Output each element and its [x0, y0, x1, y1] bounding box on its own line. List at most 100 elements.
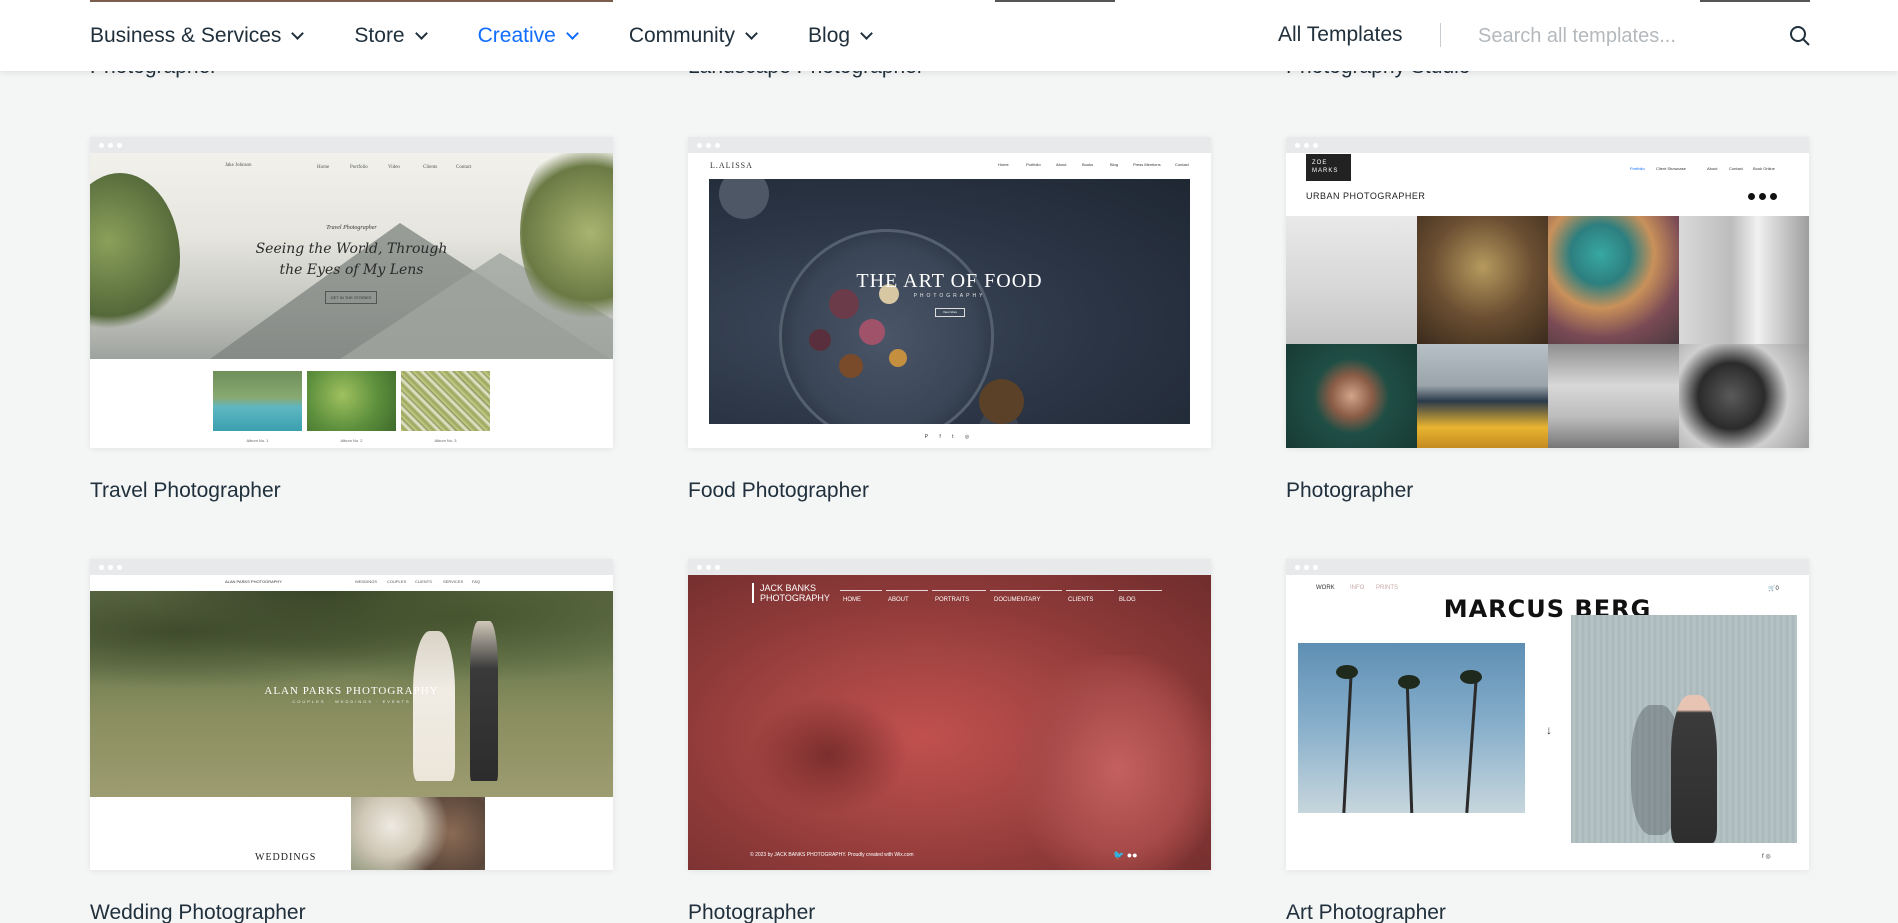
- preview-button: GET IN THE STORIES: [325, 291, 377, 304]
- preview-nav-item: HOME: [843, 597, 861, 603]
- template-card[interactable]: L.ALISSA Home Portfolio About Books Blog…: [688, 137, 1211, 503]
- twitter-icon: [1759, 193, 1766, 200]
- nav-underline: [840, 590, 882, 591]
- preview-heading: URBAN PHOTOGRAPHER: [1306, 191, 1426, 201]
- nav-underline: [932, 590, 986, 591]
- headline-line: Seeing the World, Through: [255, 241, 448, 257]
- nav-label: Business & Services: [90, 23, 282, 47]
- template-title[interactable]: Art Photographer: [1286, 901, 1809, 923]
- preview-subtitle: PHOTOGRAPHY: [913, 293, 986, 299]
- preview-nav-item: BLOG: [1119, 597, 1136, 603]
- template-preview[interactable]: ZOE MARKS Portfolio Client Showcase Abou…: [1286, 137, 1809, 448]
- template-card[interactable]: ZOE MARKS Portfolio Client Showcase Abou…: [1286, 137, 1809, 503]
- nav-item-creative[interactable]: Creative: [478, 24, 579, 48]
- gallery-image: [1679, 216, 1809, 344]
- browser-dots: [90, 559, 613, 575]
- template-preview[interactable]: L.ALISSA Home Portfolio About Books Blog…: [688, 137, 1211, 448]
- template-card[interactable]: WORK INFO PRINTS 🛒0 MARCUS BERG ↓ f ◎ Ar…: [1286, 559, 1809, 923]
- preview-nav-item: Contact: [1175, 162, 1189, 167]
- palm-trees-image: [1298, 643, 1525, 813]
- preview-kicker: Travel Photographer: [326, 225, 377, 231]
- preview-nav-item: PRINTS: [1376, 585, 1399, 591]
- cart-icon: 🛒0: [1768, 586, 1779, 592]
- preview-nav-item: Book Online: [1753, 166, 1775, 171]
- nav-item-business-services[interactable]: Business & Services: [90, 23, 305, 48]
- template-preview[interactable]: JACK BANKS PHOTOGRAPHY HOME ABOUT PORTRA…: [688, 559, 1211, 870]
- search-icon[interactable]: [1788, 24, 1812, 48]
- nav-underline: [1066, 590, 1114, 591]
- preview-nav-item: Books: [1082, 162, 1094, 167]
- nav-label: Community: [628, 23, 736, 47]
- preview-social-icons: f ◎: [1762, 854, 1771, 860]
- preview-social-icons: 🐦 ●●: [1113, 850, 1138, 860]
- preview-nav-item: Client Showcase: [1656, 166, 1686, 171]
- gallery-image: [1286, 344, 1417, 448]
- gallery-image: [1417, 344, 1548, 448]
- template-title[interactable]: Photographer: [688, 901, 1211, 923]
- nav-item-store[interactable]: Store: [354, 24, 428, 48]
- gallery-image: [1417, 216, 1548, 344]
- category-nav: Business & Services Store Creative Commu…: [90, 0, 923, 71]
- preview-headline: Seeing the World, Through the Eyes of My…: [90, 239, 613, 281]
- gallery-image: [1286, 216, 1417, 344]
- gallery-image: [1548, 344, 1679, 448]
- all-templates-link[interactable]: All Templates: [1278, 23, 1403, 47]
- preview-nav-item: FAQ: [472, 579, 481, 584]
- preview-nav-item: INFO: [1350, 585, 1365, 591]
- preview-nav-item: Home: [998, 162, 1009, 167]
- preview-nav-item: Blog: [1110, 162, 1119, 167]
- template-card[interactable]: JACK BANKS PHOTOGRAPHY HOME ABOUT PORTRA…: [688, 559, 1211, 923]
- template-card[interactable]: Jake Johnson Home Portfolio Video Client…: [90, 137, 613, 503]
- partial-thumbnail-edge: [1700, 0, 1810, 2]
- template-title[interactable]: Wedding Photographer: [90, 901, 613, 923]
- chevron-down-icon: [414, 26, 428, 40]
- chevron-down-icon: [860, 26, 873, 40]
- nav-item-community[interactable]: Community: [628, 23, 758, 48]
- preview-footer: © 2023 by JACK BANKS PHOTOGRAPHY. Proudl…: [750, 852, 914, 858]
- preview-headline: ALAN PARKS PHOTOGRAPHY: [264, 685, 439, 697]
- headline-line: the Eyes of My Lens: [279, 262, 424, 278]
- preview-nav-item: Contact: [1729, 166, 1743, 171]
- preview-nav-item: Video: [388, 165, 400, 170]
- preview-nav-item: Clients: [423, 165, 438, 170]
- gallery-image: [1679, 344, 1809, 448]
- preview-nav-item: Home: [317, 165, 330, 170]
- nav-item-blog[interactable]: Blog: [808, 23, 873, 48]
- preview-nav-item: Contact: [456, 165, 472, 170]
- chevron-down-icon: [565, 26, 579, 40]
- template-title[interactable]: Food Photographer: [688, 479, 1211, 503]
- preview-subtitle: COUPLES · WEDDINGS · EVENTS: [292, 699, 411, 704]
- nav-label: Blog: [808, 23, 851, 47]
- template-preview[interactable]: Jake Johnson Home Portfolio Video Client…: [90, 137, 613, 448]
- search-input[interactable]: [1478, 16, 1778, 56]
- browser-dots: [688, 559, 1211, 575]
- preview-nav-item: DOCUMENTARY: [994, 597, 1041, 603]
- template-preview[interactable]: ALAN PARKS PHOTOGRAPHY WEDDINGS COUPLES …: [90, 559, 613, 870]
- browser-dots: [688, 137, 1211, 153]
- template-card[interactable]: ALAN PARKS PHOTOGRAPHY WEDDINGS COUPLES …: [90, 559, 613, 923]
- preview-nav-item: COUPLES: [387, 579, 407, 584]
- template-preview[interactable]: WORK INFO PRINTS 🛒0 MARCUS BERG ↓ f ◎: [1286, 559, 1809, 870]
- preview-nav-item: Portfolio: [1026, 162, 1041, 167]
- preview-logo: JACK BANKS PHOTOGRAPHY: [752, 583, 830, 603]
- scroll-down-arrow: ↓: [1546, 723, 1552, 737]
- preview-headline: THE ART OF FOOD: [856, 270, 1043, 292]
- album-caption: Album No. 3: [434, 438, 457, 443]
- portrait-hero-image: [688, 575, 1211, 870]
- nav-underline: [990, 590, 1062, 591]
- template-title[interactable]: Photographer: [1286, 479, 1809, 503]
- preview-section-label: WEDDINGS: [255, 852, 317, 863]
- preview-logo: ALAN PARKS PHOTOGRAPHY: [225, 579, 282, 584]
- album-thumbnail: [307, 371, 396, 431]
- partial-thumbnail-edge: [995, 0, 1115, 2]
- facebook-icon: [1748, 193, 1755, 200]
- album-thumbnail: [401, 371, 490, 431]
- preview-nav-item: ABOUT: [888, 597, 909, 603]
- preview-nav-item: Press Mentions: [1133, 162, 1161, 167]
- preview-nav-item: WORK: [1316, 585, 1335, 591]
- browser-dots: [1286, 137, 1809, 153]
- chevron-down-icon: [291, 26, 305, 40]
- food-hero-image: [709, 179, 1190, 424]
- album-thumbnail: [213, 371, 302, 431]
- template-title[interactable]: Travel Photographer: [90, 479, 613, 503]
